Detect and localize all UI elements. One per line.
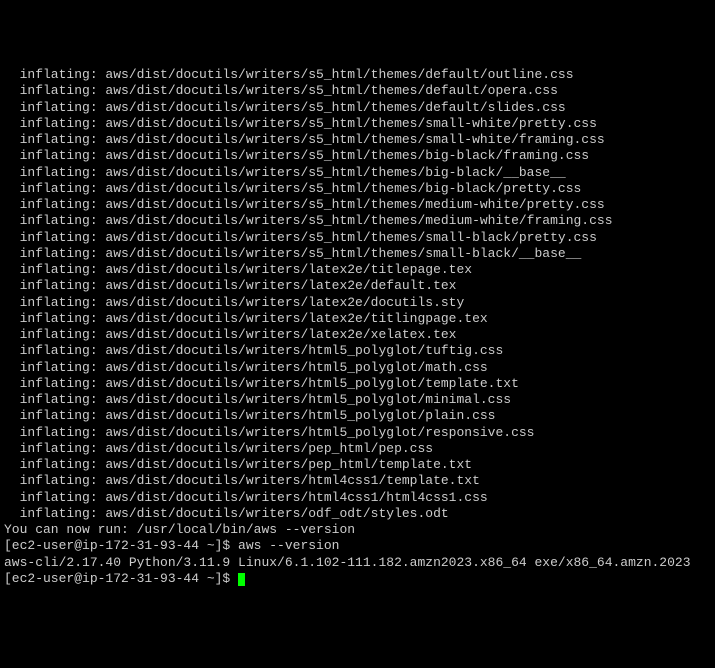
inflate-line: inflating: aws/dist/docutils/writers/s5_… <box>4 246 711 262</box>
prompt-line-active[interactable]: [ec2-user@ip-172-31-93-44 ~]$ <box>4 571 711 587</box>
inflate-line: inflating: aws/dist/docutils/writers/lat… <box>4 295 711 311</box>
inflate-line: inflating: aws/dist/docutils/writers/s5_… <box>4 181 711 197</box>
inflate-line: inflating: aws/dist/docutils/writers/htm… <box>4 490 711 506</box>
inflate-line: inflating: aws/dist/docutils/writers/pep… <box>4 441 711 457</box>
inflate-line: inflating: aws/dist/docutils/writers/s5_… <box>4 116 711 132</box>
inflate-line: inflating: aws/dist/docutils/writers/lat… <box>4 262 711 278</box>
inflate-line: inflating: aws/dist/docutils/writers/htm… <box>4 425 711 441</box>
shell-prompt: [ec2-user@ip-172-31-93-44 ~]$ <box>4 538 238 553</box>
typed-command: aws --version <box>238 538 339 553</box>
inflate-line: inflating: aws/dist/docutils/writers/htm… <box>4 392 711 408</box>
inflate-line: inflating: aws/dist/docutils/writers/htm… <box>4 360 711 376</box>
inflate-line: inflating: aws/dist/docutils/writers/lat… <box>4 278 711 294</box>
prompt-line[interactable]: [ec2-user@ip-172-31-93-44 ~]$ aws --vers… <box>4 538 711 554</box>
inflate-line: inflating: aws/dist/docutils/writers/htm… <box>4 408 711 424</box>
inflate-line: inflating: aws/dist/docutils/writers/lat… <box>4 327 711 343</box>
inflate-line: inflating: aws/dist/docutils/writers/s5_… <box>4 67 711 83</box>
inflate-line: inflating: aws/dist/docutils/writers/s5_… <box>4 165 711 181</box>
inflate-line: inflating: aws/dist/docutils/writers/lat… <box>4 311 711 327</box>
inflate-line: inflating: aws/dist/docutils/writers/odf… <box>4 506 711 522</box>
inflate-line: inflating: aws/dist/docutils/writers/s5_… <box>4 197 711 213</box>
inflate-line: inflating: aws/dist/docutils/writers/s5_… <box>4 213 711 229</box>
inflate-line: inflating: aws/dist/docutils/writers/s5_… <box>4 83 711 99</box>
inflate-line: inflating: aws/dist/docutils/writers/s5_… <box>4 100 711 116</box>
hint-line: You can now run: /usr/local/bin/aws --ve… <box>4 522 711 538</box>
shell-prompt: [ec2-user@ip-172-31-93-44 ~]$ <box>4 571 238 586</box>
cursor-icon <box>238 573 245 586</box>
inflate-line: inflating: aws/dist/docutils/writers/s5_… <box>4 148 711 164</box>
inflate-line: inflating: aws/dist/docutils/writers/pep… <box>4 457 711 473</box>
inflate-line: inflating: aws/dist/docutils/writers/htm… <box>4 473 711 489</box>
inflate-line: inflating: aws/dist/docutils/writers/s5_… <box>4 132 711 148</box>
version-output: aws-cli/2.17.40 Python/3.11.9 Linux/6.1.… <box>4 555 711 571</box>
terminal-output: inflating: aws/dist/docutils/writers/s5_… <box>4 67 711 587</box>
inflate-line: inflating: aws/dist/docutils/writers/htm… <box>4 343 711 359</box>
inflate-line: inflating: aws/dist/docutils/writers/s5_… <box>4 230 711 246</box>
inflate-line: inflating: aws/dist/docutils/writers/htm… <box>4 376 711 392</box>
